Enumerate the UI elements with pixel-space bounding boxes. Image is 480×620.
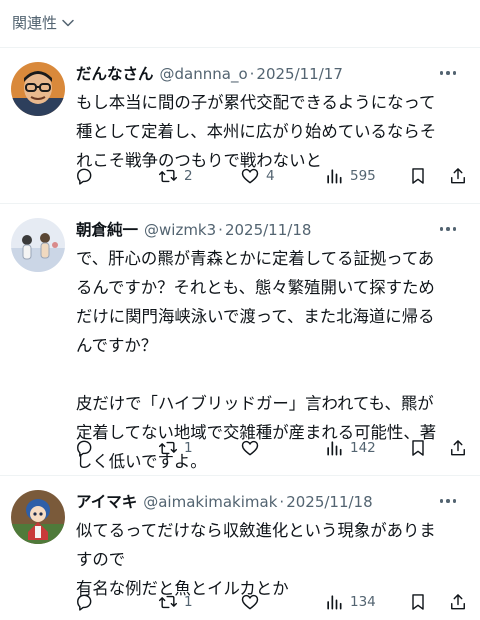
views-button[interactable]: 595 xyxy=(324,164,376,188)
like-count: 4 xyxy=(266,168,275,184)
separator: · xyxy=(279,493,285,511)
post-date[interactable]: 2025/11/17 xyxy=(256,65,342,83)
display-name[interactable]: だんなさん xyxy=(76,62,154,84)
action-bar: 1 134 xyxy=(74,590,474,614)
view-count: 134 xyxy=(350,594,376,610)
display-name[interactable]: 朝倉純一 xyxy=(76,218,138,240)
avatar[interactable] xyxy=(11,490,65,544)
reply-button[interactable] xyxy=(74,590,100,614)
more-icon xyxy=(439,71,444,75)
sort-bar: 関連性 xyxy=(0,0,480,48)
reply-tweet[interactable]: 朝倉純一 @wizmk3 · 2025/11/18 で、肝心の羆が青森とかに定着… xyxy=(0,204,480,476)
reply-icon xyxy=(77,168,92,185)
tweet-header: だんなさん @dannna_o · 2025/11/17 xyxy=(76,62,472,84)
avatar[interactable] xyxy=(11,62,65,116)
like-button[interactable]: 4 xyxy=(240,164,275,188)
views-icon xyxy=(327,169,342,184)
reply-button[interactable] xyxy=(74,436,100,460)
share-icon xyxy=(451,594,465,610)
bookmark-button[interactable] xyxy=(408,164,428,188)
reply-icon xyxy=(77,594,92,611)
views-button[interactable]: 142 xyxy=(324,436,376,460)
reply-icon xyxy=(77,440,92,457)
user-handle[interactable]: @aimakimakimak xyxy=(143,493,277,511)
retweet-button[interactable]: 1 xyxy=(158,590,193,614)
like-button[interactable] xyxy=(240,436,266,460)
post-date[interactable]: 2025/11/18 xyxy=(225,221,311,239)
bookmark-icon xyxy=(412,440,424,456)
share-icon xyxy=(451,440,465,456)
heart-icon xyxy=(241,594,259,610)
sort-label: 関連性 xyxy=(12,14,58,32)
chevron-down-icon xyxy=(62,19,74,26)
view-count: 595 xyxy=(350,168,376,184)
reply-button[interactable] xyxy=(74,164,100,188)
bookmark-icon xyxy=(412,594,424,610)
avatar[interactable] xyxy=(11,218,65,272)
views-icon xyxy=(327,595,342,610)
like-button[interactable] xyxy=(240,590,266,614)
action-bar: 2 4 595 xyxy=(74,164,474,188)
retweet-icon xyxy=(158,595,178,609)
retweet-count: 1 xyxy=(184,594,193,610)
views-icon xyxy=(327,441,342,456)
reply-tweet[interactable]: だんなさん @dannna_o · 2025/11/17 もし本当に間の子が累代… xyxy=(0,48,480,204)
share-button[interactable] xyxy=(448,164,468,188)
view-count: 142 xyxy=(350,440,376,456)
share-button[interactable] xyxy=(448,436,468,460)
heart-icon xyxy=(241,168,259,184)
tweet-header: 朝倉純一 @wizmk3 · 2025/11/18 xyxy=(76,218,472,240)
display-name[interactable]: アイマキ xyxy=(76,490,137,512)
retweet-count: 1 xyxy=(184,440,193,456)
action-bar: 1 142 xyxy=(74,436,474,460)
heart-icon xyxy=(241,440,259,456)
more-button[interactable] xyxy=(436,62,460,84)
retweet-count: 2 xyxy=(184,168,193,184)
share-icon xyxy=(451,168,465,184)
user-handle[interactable]: @dannna_o xyxy=(160,65,248,83)
retweet-icon xyxy=(158,441,178,455)
user-handle[interactable]: @wizmk3 xyxy=(144,221,216,239)
separator: · xyxy=(218,221,223,239)
tweet-header: アイマキ @aimakimakimak · 2025/11/18 xyxy=(76,490,472,512)
more-button[interactable] xyxy=(436,490,460,512)
retweet-icon xyxy=(158,169,178,183)
bookmark-button[interactable] xyxy=(408,590,428,614)
more-button[interactable] xyxy=(436,218,460,240)
bookmark-button[interactable] xyxy=(408,436,428,460)
share-button[interactable] xyxy=(448,590,468,614)
more-icon xyxy=(439,499,444,503)
retweet-button[interactable]: 2 xyxy=(158,164,193,188)
retweet-button[interactable]: 1 xyxy=(158,436,193,460)
views-button[interactable]: 134 xyxy=(324,590,376,614)
sort-relevance-button[interactable]: 関連性 xyxy=(12,12,75,33)
separator: · xyxy=(249,65,255,83)
tweet-text: もし本当に間の子が累代交配できるようになって 種として定着し、本州に広がり始めて… xyxy=(76,93,437,170)
bookmark-icon xyxy=(412,168,424,184)
reply-tweet[interactable]: アイマキ @aimakimakimak · 2025/11/18 似てるってだけ… xyxy=(0,476,480,620)
post-date[interactable]: 2025/11/18 xyxy=(286,493,372,511)
more-icon xyxy=(439,227,444,231)
